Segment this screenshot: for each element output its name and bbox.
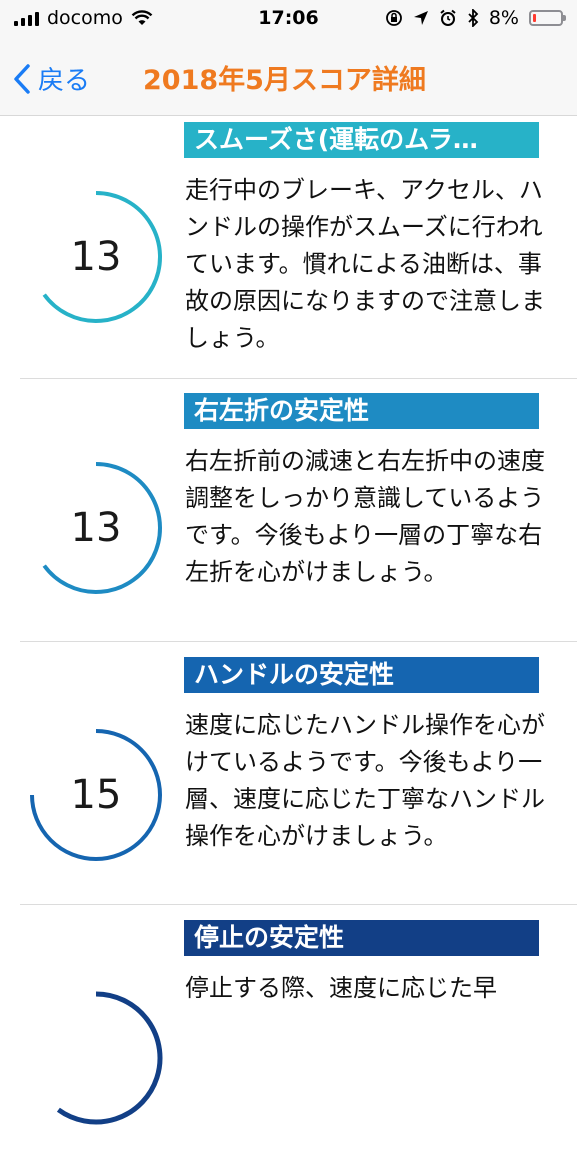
score-value: [25, 987, 167, 1129]
item-heading: ハンドルの安定性: [184, 657, 539, 693]
bluetooth-icon: [468, 9, 479, 27]
item-heading: 右左折の安定性: [184, 393, 539, 429]
back-button[interactable]: 戻る: [14, 60, 90, 97]
list-item: 13 スムーズさ(運転のムラ… 走行中のブレーキ、アクセル、ハンドルの操作がスム…: [20, 116, 577, 379]
navigation-bar: 戻る 2018年5月スコア詳細: [0, 38, 577, 116]
list-item: 15 ハンドルの安定性 速度に応じたハンドル操作を心がけているようです。今後もよ…: [20, 642, 577, 905]
chevron-left-icon: [14, 63, 30, 94]
item-description: 右左折前の減速と右左折中の速度調整をしっかり意識しているようです。今後もより一層…: [185, 447, 545, 586]
item-heading: 停止の安定性: [184, 920, 539, 956]
score-value: 13: [70, 505, 122, 551]
alarm-icon: [440, 9, 456, 26]
score-ring: [25, 987, 167, 1129]
score-ring: 13: [25, 457, 167, 599]
item-description: 走行中のブレーキ、アクセル、ハンドルの操作がスムーズに行われています。慣れによる…: [185, 176, 545, 352]
battery-percent: 8%: [488, 7, 519, 29]
item-heading: スムーズさ(運転のムラ…: [184, 122, 539, 158]
score-value: 13: [70, 234, 122, 280]
list-item: 13 右左折の安定性 右左折前の減速と右左折中の速度調整をしっかり意識しているよ…: [20, 379, 577, 642]
score-ring: 15: [25, 724, 167, 866]
status-right: 8%: [385, 7, 566, 29]
item-description: 速度に応じたハンドル操作を心がけているようです。今後もより一層、速度に応じた丁寧…: [185, 711, 545, 850]
score-value: 15: [70, 772, 122, 818]
rotation-lock-icon: [385, 10, 402, 26]
score-ring: 13: [25, 186, 167, 328]
status-bar: docomo 17:06 8%: [0, 0, 577, 38]
item-description: 停止する際、速度に応じた早: [185, 974, 497, 1002]
back-label: 戻る: [38, 66, 91, 96]
battery-icon: [529, 10, 566, 26]
list-item: 停止の安定性 停止する際、速度に応じた早: [20, 905, 577, 1167]
page-title: 2018年5月スコア詳細: [143, 65, 426, 96]
location-arrow-icon: [413, 11, 428, 25]
score-list: 13 スムーズさ(運転のムラ… 走行中のブレーキ、アクセル、ハンドルの操作がスム…: [0, 116, 577, 1167]
